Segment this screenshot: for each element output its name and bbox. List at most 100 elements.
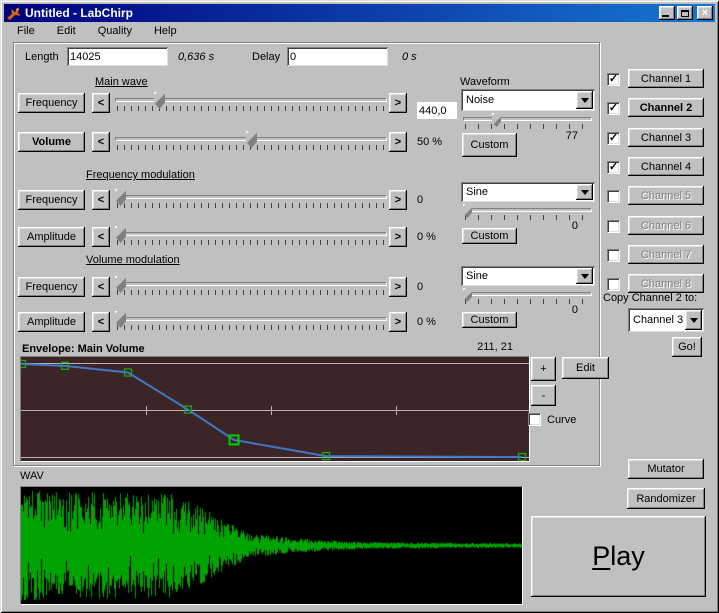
main-volume-slider[interactable] <box>115 132 387 152</box>
envelope-edit-button[interactable]: Edit <box>562 357 609 379</box>
menu-file[interactable]: File <box>15 24 37 38</box>
channel-3-button[interactable]: Channel 3 <box>628 128 704 147</box>
channel-4-enable-checkbox[interactable]: ✓ <box>607 161 620 174</box>
dropdown-arrow-icon[interactable] <box>576 268 593 284</box>
fm-waveform-select[interactable]: Sine <box>461 182 595 202</box>
dropdown-arrow-icon[interactable] <box>576 184 593 200</box>
main-frequency-value-input[interactable] <box>417 102 457 119</box>
go-button[interactable]: Go! <box>672 337 702 357</box>
main-volume-button[interactable]: Volume <box>18 132 85 152</box>
fm-waveform-custom-button[interactable]: Custom <box>462 228 517 244</box>
fm-amplitude-slider[interactable] <box>115 227 387 247</box>
vm-frequency-row: Frequency < > 0 <box>18 277 463 297</box>
main-frequency-decrease-button[interactable]: < <box>92 93 110 113</box>
channel-2-button[interactable]: Channel 2 <box>628 98 704 117</box>
fm-amplitude-value: 0 % <box>417 231 463 243</box>
channel-1-enable-checkbox[interactable]: ✓ <box>607 73 620 86</box>
main-frequency-row: Frequency < > <box>18 93 463 113</box>
channel-7-enable-checkbox[interactable] <box>607 249 620 262</box>
fm-frequency-increase-button[interactable]: > <box>389 190 407 210</box>
dropdown-arrow-icon[interactable] <box>576 91 593 109</box>
delay-input[interactable] <box>287 47 388 66</box>
menu-help[interactable]: Help <box>152 24 179 38</box>
play-button[interactable]: Play <box>531 516 706 597</box>
main-waveform-block: Noise 77 Custom <box>461 89 595 159</box>
channel-5-enable-checkbox[interactable] <box>607 190 620 203</box>
main-volume-increase-button[interactable]: > <box>389 132 407 152</box>
fm-amplitude-button[interactable]: Amplitude <box>18 227 85 247</box>
channel-6-button[interactable]: Channel 6 <box>628 216 704 235</box>
main-volume-decrease-button[interactable]: < <box>92 132 110 152</box>
channel-6-enable-checkbox[interactable] <box>607 220 620 233</box>
envelope-cursor-coords: 211, 21 <box>400 341 513 353</box>
vm-amplitude-value: 0 % <box>417 316 463 328</box>
fm-amplitude-decrease-button[interactable]: < <box>92 227 110 247</box>
slider-groove <box>115 232 387 236</box>
fm-amplitude-increase-button[interactable]: > <box>389 227 407 247</box>
fm-waveform-block: Sine 0 Custom <box>461 182 595 246</box>
mutator-button[interactable]: Mutator <box>628 459 704 479</box>
vm-waveform-select[interactable]: Sine <box>461 266 595 286</box>
main-frequency-increase-button[interactable]: > <box>389 93 407 113</box>
slider-ticks <box>465 124 590 129</box>
copy-target-select[interactable]: Channel 3 <box>628 308 704 332</box>
envelope-plot[interactable] <box>21 357 529 461</box>
envelope-graph[interactable] <box>20 356 530 462</box>
main-frequency-slider[interactable] <box>115 93 387 113</box>
fm-frequency-button[interactable]: Frequency <box>18 190 85 210</box>
vm-amplitude-slider[interactable] <box>115 312 387 332</box>
main-volume-value: 50 % <box>417 136 463 148</box>
main-frequency-button[interactable]: Frequency <box>18 93 85 113</box>
dropdown-arrow-icon[interactable] <box>685 310 702 330</box>
channel-5-button[interactable]: Channel 5 <box>628 186 704 205</box>
vm-frequency-decrease-button[interactable]: < <box>92 277 110 297</box>
envelope-remove-point-button[interactable]: - <box>531 385 556 406</box>
slider-groove <box>463 292 592 296</box>
vm-amplitude-row: Amplitude < > 0 % <box>18 312 463 332</box>
slider-ticks <box>117 106 385 111</box>
envelope-add-point-button[interactable]: + <box>531 357 556 381</box>
maximize-icon <box>681 10 689 17</box>
fm-frequency-value: 0 <box>417 194 463 206</box>
vm-amplitude-decrease-button[interactable]: < <box>92 312 110 332</box>
curve-label: Curve <box>547 414 576 426</box>
envelope-title: Envelope: Main Volume <box>22 343 145 355</box>
curve-checkbox[interactable] <box>528 413 541 426</box>
menu-edit[interactable]: Edit <box>55 24 78 38</box>
vm-waveform-custom-button[interactable]: Custom <box>462 312 517 328</box>
channel-8-enable-checkbox[interactable] <box>607 278 620 291</box>
channel-8-button[interactable]: Channel 8 <box>628 274 704 293</box>
channel-2-enable-checkbox[interactable]: ✓ <box>607 102 620 115</box>
main-waveform-select[interactable]: Noise <box>461 89 595 111</box>
main-waveform-slider[interactable] <box>463 113 592 131</box>
maximize-button[interactable] <box>677 6 693 20</box>
vm-amplitude-button[interactable]: Amplitude <box>18 312 85 332</box>
fm-waveform-selected: Sine <box>466 186 488 198</box>
window-title: Untitled - LabChirp <box>25 6 133 20</box>
titlebar[interactable]: Untitled - LabChirp × <box>4 4 715 22</box>
randomizer-button[interactable]: Randomizer <box>627 488 705 509</box>
volume-modulation-title: Volume modulation <box>86 254 180 266</box>
length-label: Length <box>25 51 59 63</box>
wav-waveform <box>21 487 522 604</box>
length-input[interactable] <box>67 47 168 66</box>
vm-frequency-increase-button[interactable]: > <box>389 277 407 297</box>
channel-7-button[interactable]: Channel 7 <box>628 245 704 264</box>
channel-1-button[interactable]: Channel 1 <box>628 69 704 88</box>
fm-frequency-decrease-button[interactable]: < <box>92 190 110 210</box>
fm-frequency-slider[interactable] <box>115 190 387 210</box>
channel-3-enable-checkbox[interactable]: ✓ <box>607 132 620 145</box>
slider-groove <box>115 195 387 199</box>
menu-quality[interactable]: Quality <box>96 24 134 38</box>
vm-frequency-slider[interactable] <box>115 277 387 297</box>
vm-frequency-button[interactable]: Frequency <box>18 277 85 297</box>
wav-display <box>20 486 523 605</box>
app-window: Untitled - LabChirp × File Edit Quality … <box>0 0 719 613</box>
minimize-button[interactable] <box>659 6 675 20</box>
slider-groove <box>115 317 387 321</box>
menubar: File Edit Quality Help <box>4 22 715 39</box>
channel-4-button[interactable]: Channel 4 <box>628 157 704 176</box>
vm-amplitude-increase-button[interactable]: > <box>389 312 407 332</box>
close-button[interactable]: × <box>697 6 713 20</box>
main-waveform-custom-button[interactable]: Custom <box>462 133 517 157</box>
